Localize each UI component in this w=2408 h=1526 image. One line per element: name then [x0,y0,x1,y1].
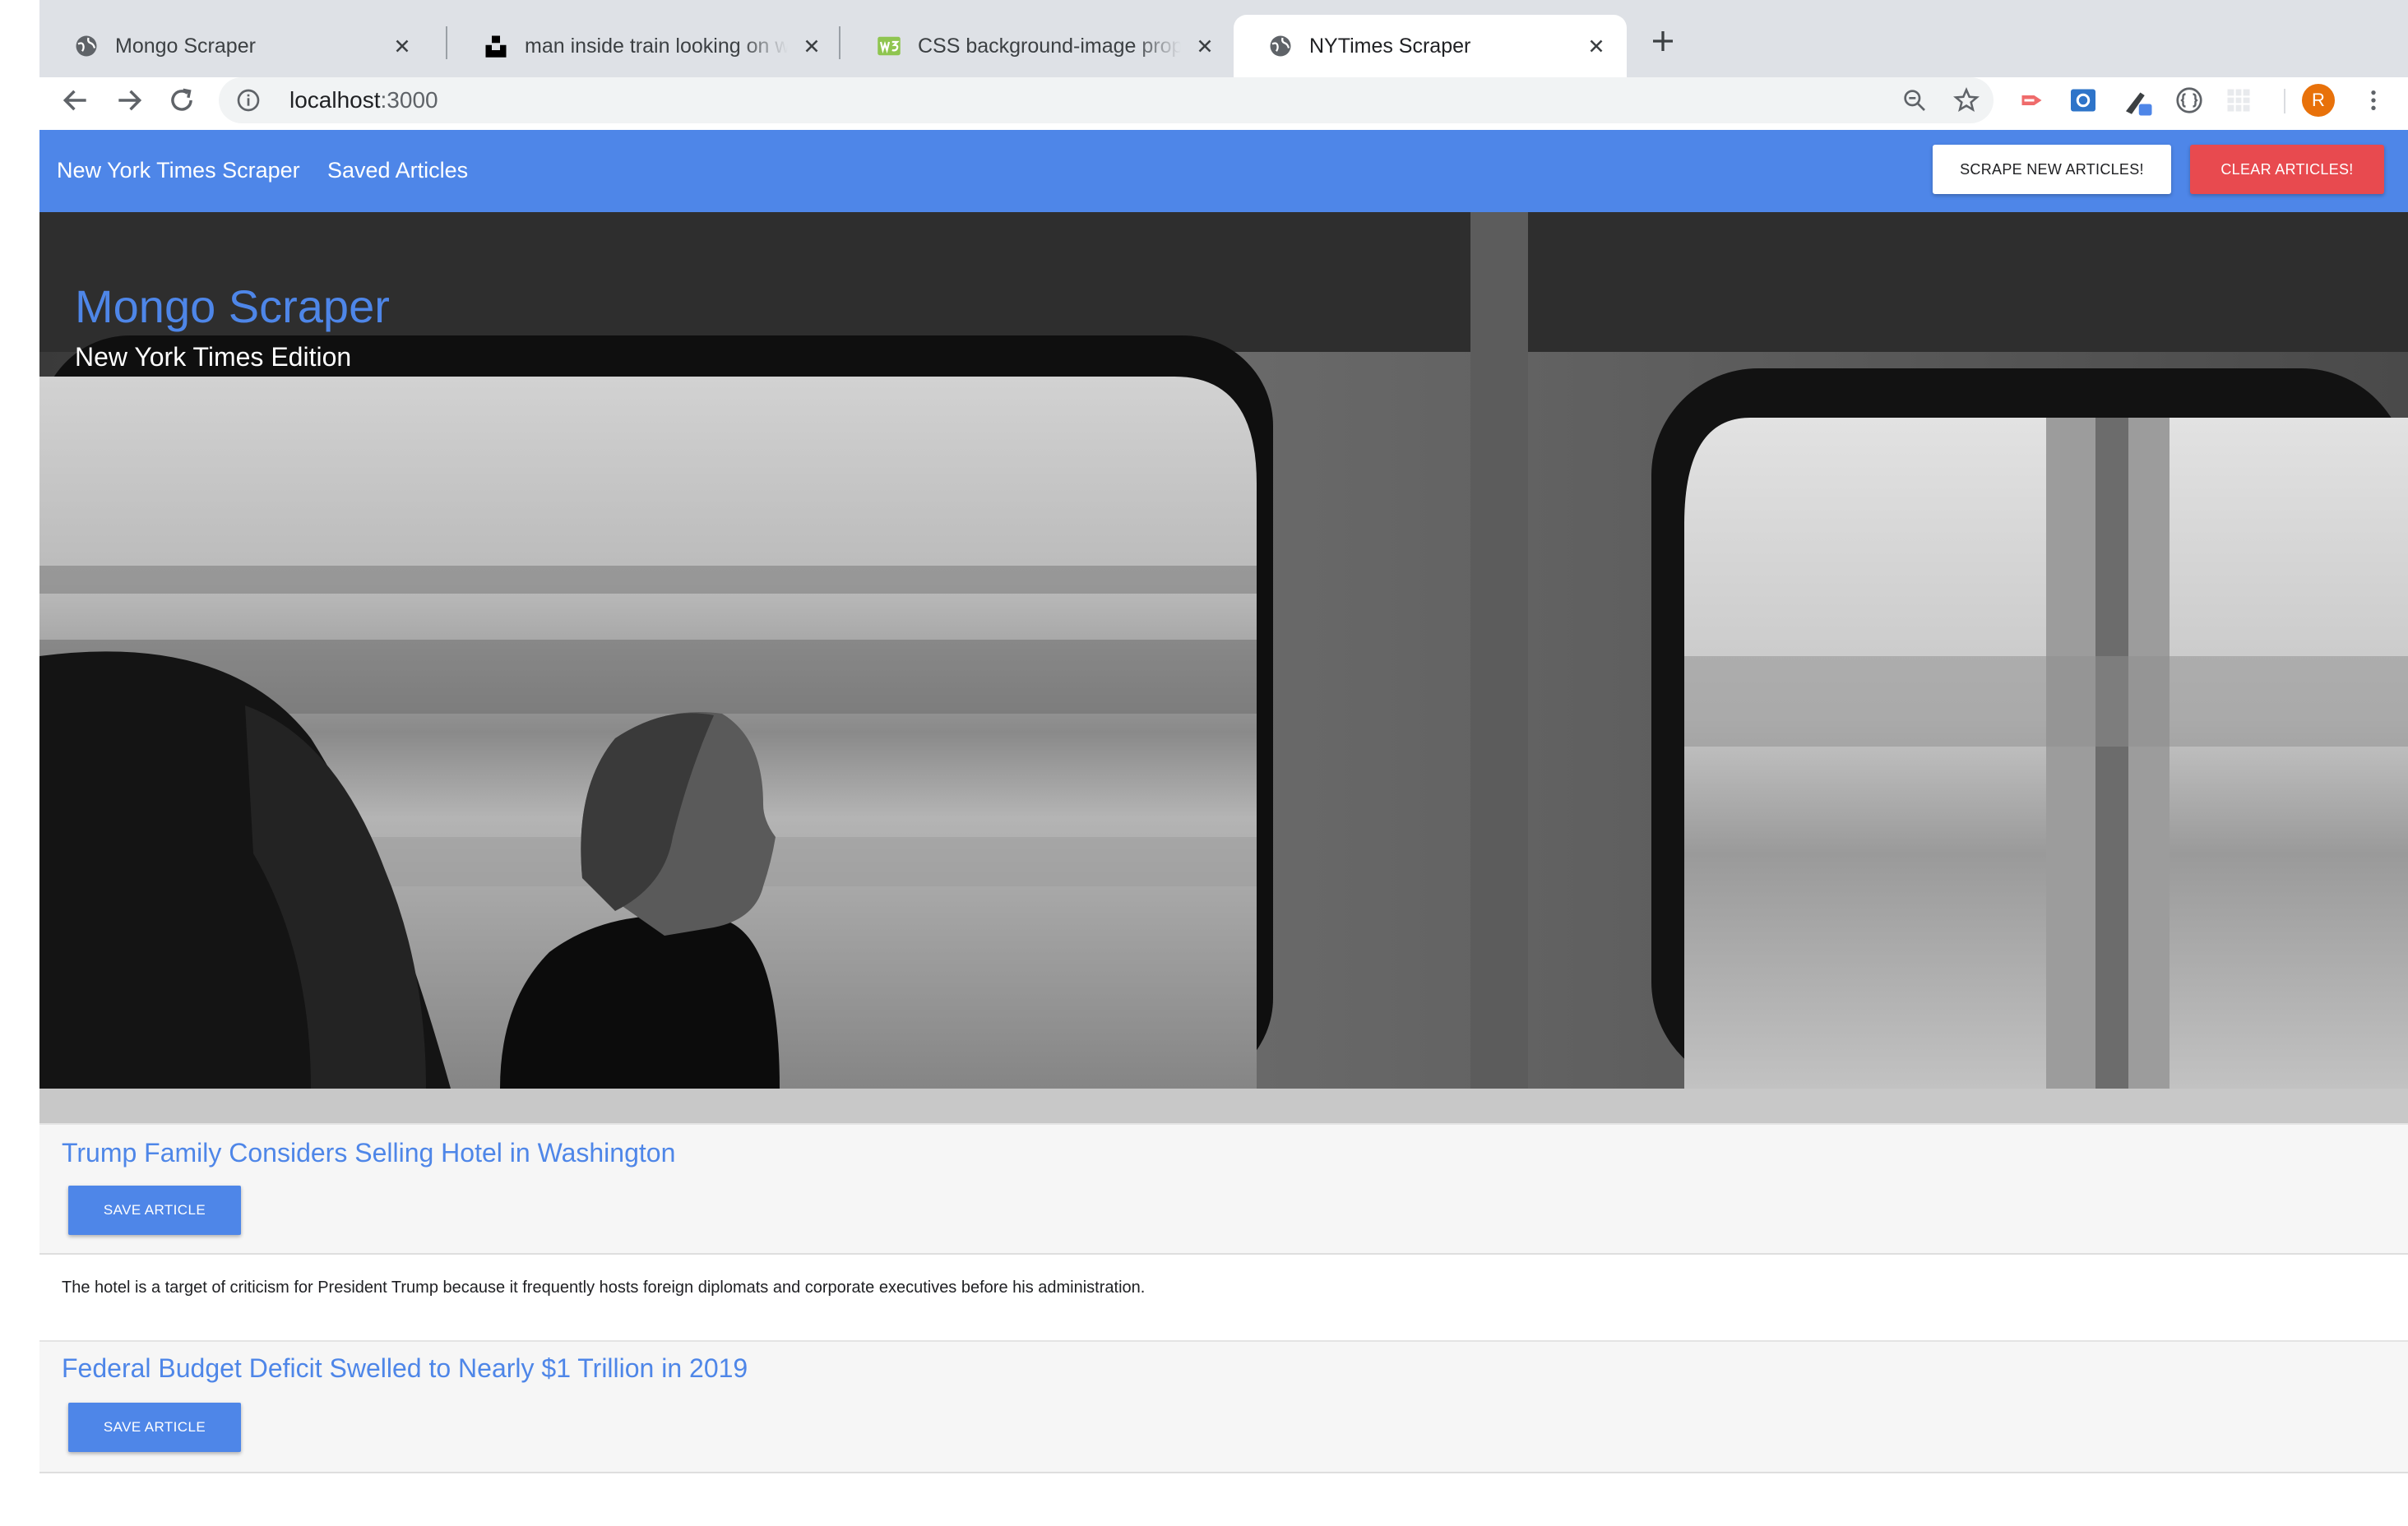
extension-json-icon[interactable] [2174,86,2204,115]
tab-mongo-scraper[interactable]: Mongo Scraper [39,15,433,77]
article-card: Federal Budget Deficit Swelled to Nearly… [39,1340,2408,1473]
url-host: localhost [289,87,381,113]
tab-nytimes-scraper[interactable]: NYTimes Scraper [1234,15,1627,77]
extension-cast-icon[interactable] [2018,86,2048,115]
tab-title: NYTimes Scraper [1309,34,1471,58]
article-summary: The hotel is a target of criticism for P… [62,1279,1146,1297]
save-article-button[interactable]: SAVE ARTICLE [68,1186,241,1235]
bookmark-star-icon[interactable] [1952,86,1980,114]
globe-icon [76,35,97,57]
extension-grid-icon[interactable] [2224,86,2253,115]
address-bar[interactable]: localhost:3000 [219,77,1994,123]
info-icon[interactable] [235,87,262,113]
close-icon[interactable] [1586,35,1607,57]
saved-articles-link[interactable]: Saved Articles [327,158,468,183]
browser-toolbar: localhost:3000 R [39,77,2408,130]
tab-strip: Mongo Scraper man inside train looking o… [39,0,2408,77]
tab-w3schools[interactable]: CSS background-image property [842,15,1235,77]
brand-link[interactable]: New York Times Scraper [57,158,300,183]
clear-articles-button[interactable]: CLEAR ARTICLES! [2190,145,2384,194]
zoom-out-icon[interactable] [1901,87,1928,113]
save-article-button[interactable]: SAVE ARTICLE [68,1403,241,1452]
close-icon[interactable] [1194,35,1216,57]
article-title[interactable]: Federal Budget Deficit Swelled to Nearly… [62,1353,748,1384]
back-arrow-icon[interactable] [60,85,91,116]
unsplash-icon [485,35,507,58]
article-card: Trump Family Considers Selling Hotel in … [39,1123,2408,1255]
url-text[interactable]: localhost:3000 [289,87,438,113]
url-port: :3000 [380,87,438,113]
hero-subtitle: New York Times Edition [75,342,352,372]
navbar: New York Times Scraper Saved Articles SC… [39,130,2408,212]
globe-icon [1270,35,1291,57]
extension-colorpicker-icon[interactable] [2120,84,2155,118]
w3schools-icon [878,36,901,56]
close-icon[interactable] [801,35,822,57]
hero-title: Mongo Scraper [75,280,390,332]
scrape-new-articles-button[interactable]: SCRAPE NEW ARTICLES! [1933,145,2171,194]
extension-screenshot-icon[interactable] [2068,86,2098,115]
reload-icon[interactable] [166,85,197,116]
tab-divider [446,26,447,59]
hero-bottom-strip [39,1089,2408,1123]
profile-avatar[interactable]: R [2302,84,2335,117]
train-window-photo [39,212,2408,1089]
more-menu-icon[interactable] [2360,87,2387,113]
toolbar-divider [2284,89,2285,113]
forward-arrow-icon[interactable] [113,85,145,116]
tab-title: man inside train looking on window [525,34,788,58]
hero-banner: Mongo Scraper New York Times Edition [39,212,2408,1089]
close-icon[interactable] [391,35,413,57]
new-tab-icon[interactable] [1648,26,1678,56]
tab-unsplash[interactable]: man inside train looking on window [449,15,842,77]
tab-title: Mongo Scraper [115,34,256,58]
tab-divider [839,26,840,59]
tab-title: CSS background-image property [918,34,1181,58]
article-title[interactable]: Trump Family Considers Selling Hotel in … [62,1138,675,1168]
